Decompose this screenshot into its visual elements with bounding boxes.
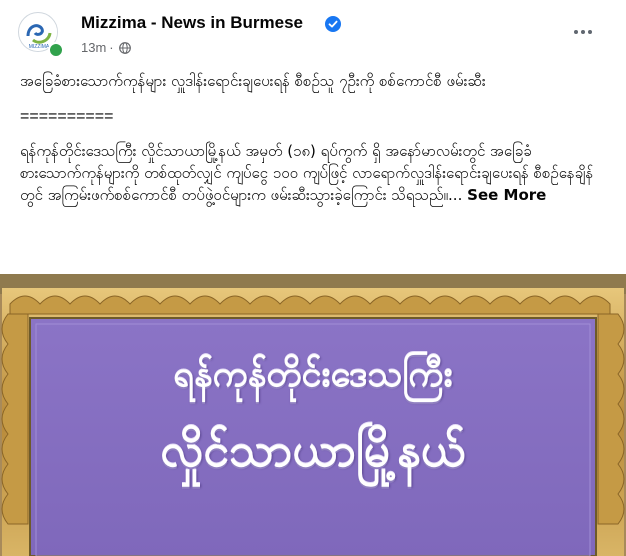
sign-line-1: ရန်ကုန်တိုင်းဒေသကြီး [173,354,453,395]
see-more-link[interactable]: See More [467,186,546,204]
post-timestamp[interactable]: 13m [81,40,106,55]
meta-separator: · [109,40,114,55]
avatar-logo-text: MIZZIMA [29,44,50,50]
post-meta: 13m · [81,40,131,55]
online-status-dot [48,42,64,58]
text-separator: ========== [20,108,114,125]
verified-badge-icon [325,16,341,32]
more-options-button[interactable] [566,20,600,44]
signboard-image [0,274,626,556]
dot-icon [588,30,592,34]
dot-icon [574,30,578,34]
post-detail: ရန်ကုန်တိုင်းဒေသကြီး လှိုင်သာယာမြို့နယ် … [20,140,610,206]
post-header: MIZZIMA Mizzima - News in Burmese 13m · [0,0,626,64]
sign-line-2: လှိုင်သာယာမြို့နယ် [160,423,466,477]
post-image[interactable]: ရန်ကုန်တိုင်းဒေသကြီး လှိုင်သာယာမြို့နယ် [0,274,626,556]
page-name-link[interactable]: Mizzima - News in Burmese [81,13,303,33]
post-text: အခြေခံစားသောက်ကုန်များ လှူဒါန်းရောင်းချပ… [20,70,610,206]
post-headline: အခြေခံစားသောက်ကုန်များ လှူဒါန်းရောင်းချပ… [20,72,486,90]
dot-icon [581,30,585,34]
globe-icon[interactable] [118,41,131,54]
